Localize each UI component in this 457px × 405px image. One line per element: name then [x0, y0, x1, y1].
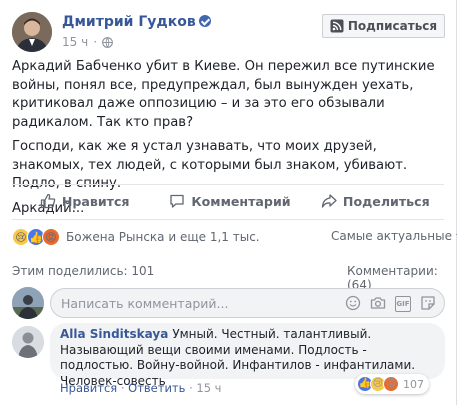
sticker-icon[interactable] — [420, 295, 436, 311]
comment-time[interactable]: 15 ч — [196, 381, 221, 395]
post-paragraph-1: Аркадий Бабченко убит в Киеве. Он пережи… — [12, 59, 435, 130]
comment-reply-link[interactable]: Ответить — [128, 381, 185, 395]
comment-input[interactable] — [61, 295, 281, 311]
emoji-icon[interactable] — [345, 295, 361, 311]
sort-label: Самые актуальные — [331, 229, 452, 243]
divider — [12, 219, 444, 220]
commenter-name[interactable]: Alla Sinditskaya — [60, 327, 168, 341]
separator-dot: · — [185, 381, 197, 395]
share-button[interactable]: Поделиться — [303, 188, 448, 214]
post-card: Дмитрий Гудков 15 ч · Подписаться Аркади… — [0, 0, 457, 405]
reactions-summary[interactable]: 😢 👍 😡 Божена Рынска и еще 1,1 тыс. — [12, 228, 260, 246]
shares-count[interactable]: Этим поделились: 101 — [12, 264, 154, 278]
author-avatar[interactable] — [12, 12, 52, 52]
comment-reactions[interactable]: 👍 😢 😡 107 — [355, 374, 429, 394]
thumbs-up-icon — [40, 193, 56, 209]
like-button[interactable]: Нравится — [12, 188, 157, 214]
comment-button[interactable]: Комментарий — [157, 188, 302, 214]
reactions-text[interactable]: Божена Рынска и еще 1,1 тыс. — [66, 230, 260, 244]
comment-sort-dropdown[interactable]: Самые актуальные — [331, 229, 457, 243]
share-icon — [321, 194, 337, 208]
comment-bubble: Alla Sinditskaya Умный. Честный. талантли… — [50, 323, 445, 388]
comment-like-link[interactable]: Нравится — [60, 381, 117, 395]
post-time[interactable]: 15 ч — [62, 35, 88, 49]
gif-icon-glyph: GIF — [395, 296, 411, 312]
comment-input-tools: GIF — [345, 295, 436, 312]
subscribe-button[interactable]: Подписаться — [322, 14, 445, 38]
gif-icon[interactable]: GIF — [395, 295, 411, 312]
meta-dot: · — [93, 35, 98, 49]
post-actions: Нравится Комментарий Поделиться — [12, 188, 448, 214]
post-paragraph-2: Господи, как же я устал узнавать, что мо… — [12, 139, 408, 191]
author-name-text[interactable]: Дмитрий Гудков — [62, 14, 196, 30]
comment-reaction-count: 107 — [403, 377, 424, 391]
share-label: Поделиться — [342, 193, 430, 209]
comment-icon — [170, 194, 185, 208]
angry-icon: 😡 — [383, 376, 399, 392]
like-label: Нравится — [61, 193, 130, 209]
divider — [12, 184, 444, 185]
comment-actions: Нравится · Ответить · 15 ч — [60, 381, 221, 395]
post-meta: 15 ч · — [62, 35, 113, 49]
rss-icon — [330, 19, 344, 33]
comment-label: Комментарий — [191, 193, 291, 209]
comment-input-box[interactable]: GIF — [50, 288, 445, 318]
separator-dot: · — [117, 381, 129, 395]
camera-icon[interactable] — [370, 295, 386, 311]
subscribe-label: Подписаться — [347, 19, 438, 33]
current-user-avatar — [12, 287, 44, 319]
globe-icon — [102, 36, 113, 48]
commenter-avatar[interactable] — [12, 326, 44, 358]
author-name[interactable]: Дмитрий Гудков — [62, 14, 211, 30]
angry-icon[interactable]: 😡 — [42, 228, 60, 246]
verified-badge-icon — [198, 15, 211, 27]
